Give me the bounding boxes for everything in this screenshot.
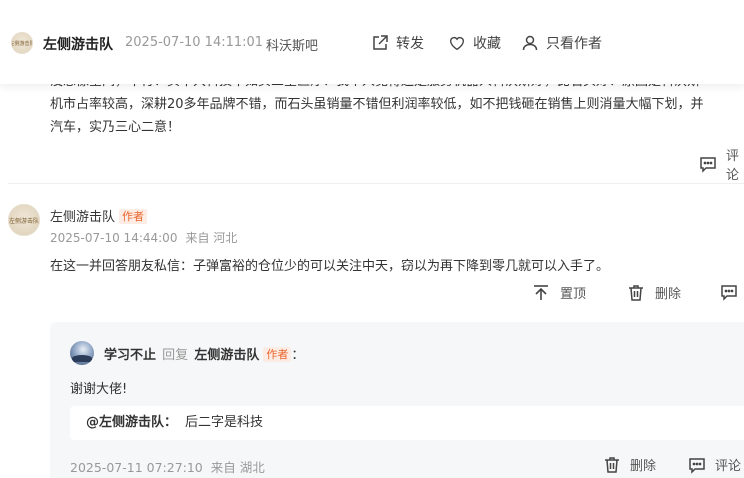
reply-meta: 2025-07-11 07:27:10 来自 湖北 [70,457,265,476]
comment-reply-button[interactable] [720,283,744,301]
only-author-label: 只看作者 [546,36,602,52]
pin-top-icon [532,284,550,302]
reply-label: 评论 [715,459,742,474]
share-label: 转发 [396,36,424,52]
reply-word: 回复 [162,348,189,363]
reply-header: 学习不止 回复 左侧游击队 作者： [104,344,304,363]
reply-author-name[interactable]: 学习不止 [104,348,156,363]
quoted-author[interactable]: @左侧游击队： [86,415,177,430]
previous-comment-line: 汽车，实乃三心二意！ [50,120,181,135]
post-header-bar: 左侧游击队 左侧游击队 2025-07-10 14:11:01 科沃斯吧 转发 … [0,0,744,84]
previous-comment-reply-button[interactable]: 评论 [699,145,744,183]
reply-label: 评论 [726,149,740,183]
comment-icon [688,456,706,474]
reply-text: 谢谢大佬! [70,382,128,397]
pin-label: 置顶 [560,287,587,302]
reply-target-name[interactable]: 左侧游击队 [194,348,259,363]
previous-comment-line: 机市占率较高，深耕20多年品牌不错，而石头虽销量不错但利润率较低，如不把钱砸在销… [50,97,704,112]
comment-location: 来自 河北 [185,231,238,245]
favorite-button[interactable]: 收藏 [448,33,501,53]
quoted-text: 后二字是科技 [185,415,264,430]
comment-text: 在这一并回答朋友私信：子弹富裕的仓位少的可以关注中天，窃以为再下降到零几就可以入… [50,259,610,274]
delete-button[interactable]: 删除 [627,283,681,302]
comment-author-name[interactable]: 左侧游击队 [50,210,115,225]
heart-icon [448,34,466,52]
reply-author-avatar[interactable] [70,341,94,365]
share-button[interactable]: 转发 [371,33,424,53]
comment-meta: 2025-07-10 14:44:00 来自 河北 [50,229,237,246]
comment-icon [720,283,738,301]
trash-icon [627,284,645,302]
author-avatar[interactable]: 左侧游击队 [11,32,33,54]
only-author-button[interactable]: 只看作者 [521,33,602,53]
trash-icon [603,456,621,474]
post-timestamp: 2025-07-10 14:11:01 [125,35,264,50]
pin-button[interactable]: 置顶 [532,283,586,302]
author-badge: 作者 [263,347,292,362]
post-author-name[interactable]: 左侧游击队 [43,34,113,54]
reply-timestamp: 2025-07-11 07:27:10 [70,460,203,475]
share-icon [371,34,389,52]
comment-author: 左侧游击队 作者 [50,206,148,225]
reply-delete-button[interactable]: 删除 [603,455,656,474]
delete-label: 删除 [655,287,682,302]
reply-reply-button[interactable]: 评论 [688,455,741,474]
user-icon [521,34,539,52]
forum-name-link[interactable]: 科沃斯吧 [266,35,318,54]
favorite-label: 收藏 [473,36,501,52]
delete-label: 删除 [630,459,657,474]
quoted-comment: @左侧游击队： 后二字是科技 [70,406,744,440]
comment-timestamp: 2025-07-10 14:44:00 [50,231,178,245]
comment-icon [699,155,717,173]
comment-author-avatar[interactable]: 左侧游击队 [8,204,40,236]
comment-divider [8,183,744,184]
author-badge: 作者 [119,209,148,224]
reply-colon: ： [291,348,305,363]
reply-location: 来自 湖北 [210,460,265,475]
